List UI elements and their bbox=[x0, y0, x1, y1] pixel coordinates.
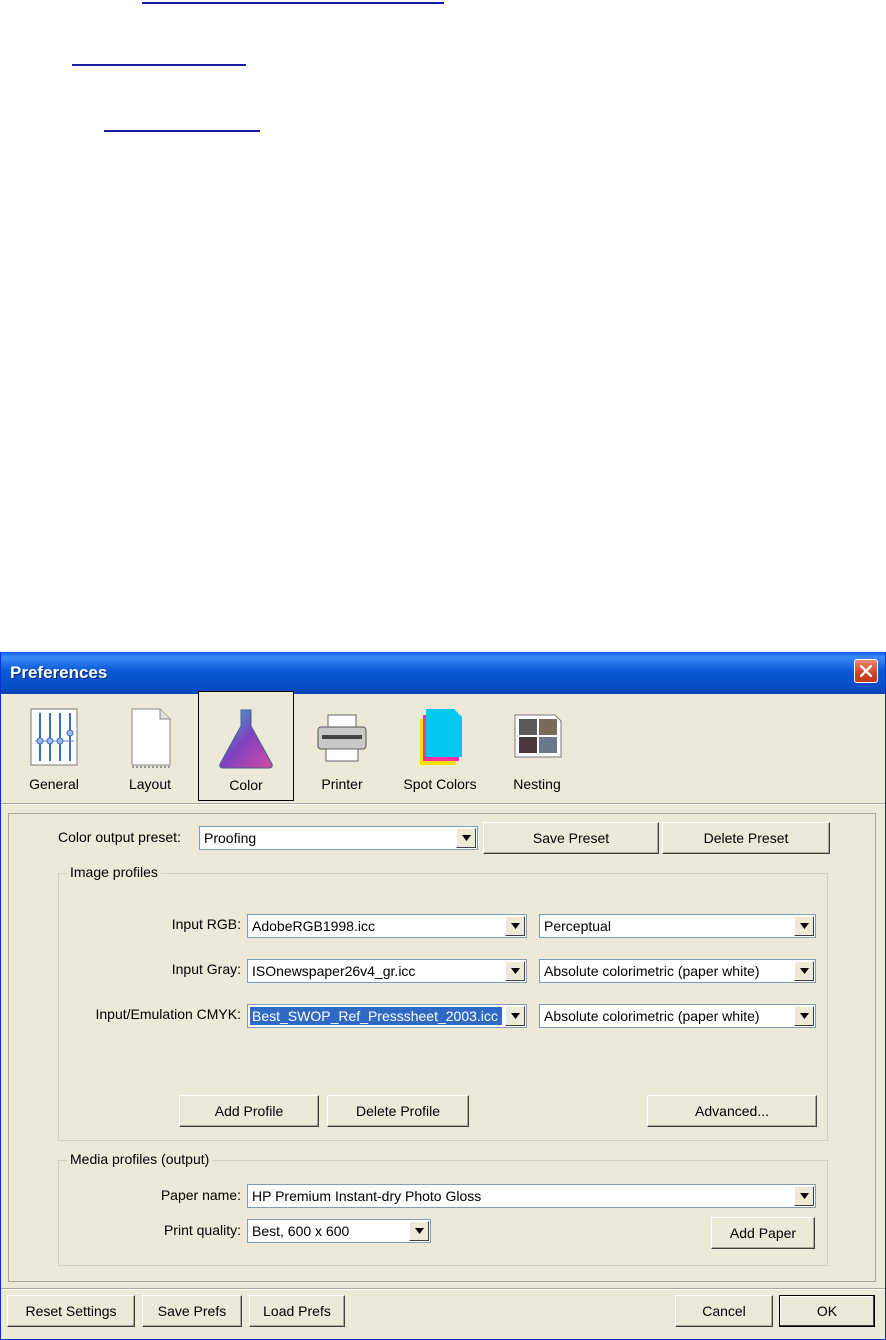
group-title: Media profiles (output) bbox=[67, 1151, 213, 1167]
input-cmyk-label: Input/Emulation CMYK: bbox=[95, 1006, 241, 1022]
dropdown-button[interactable] bbox=[794, 1186, 814, 1206]
tab-label: Spot Colors bbox=[403, 776, 477, 792]
nesting-icon bbox=[514, 714, 562, 758]
document-link-2[interactable] bbox=[72, 62, 246, 66]
paper-name-label: Paper name: bbox=[160, 1187, 241, 1203]
tab-label: General bbox=[29, 776, 79, 792]
tab-label: Printer bbox=[321, 776, 363, 792]
cancel-button[interactable]: Cancel bbox=[675, 1295, 773, 1327]
footer-divider bbox=[1, 1288, 885, 1290]
select-value: HP Premium Instant-dry Photo Gloss bbox=[252, 1188, 482, 1204]
select-value: Perceptual bbox=[544, 918, 611, 934]
chevron-down-icon bbox=[800, 1013, 809, 1019]
tab-color[interactable]: Color bbox=[198, 691, 294, 801]
tab-label: Layout bbox=[128, 776, 172, 792]
toolbar-divider bbox=[1, 803, 885, 805]
dropdown-button[interactable] bbox=[505, 1006, 525, 1026]
media-profiles-group: Media profiles (output) bbox=[58, 1151, 828, 1266]
tab-spot-colors[interactable]: Spot Colors bbox=[392, 691, 488, 801]
select-value: Proofing bbox=[204, 830, 257, 846]
spot-colors-icon bbox=[420, 709, 462, 765]
chevron-down-icon bbox=[800, 1193, 809, 1199]
preferences-dialog: Preferences General Layout Color Printer… bbox=[0, 652, 886, 1340]
tab-label: Color bbox=[229, 777, 263, 793]
paper-name-select[interactable]: HP Premium Instant-dry Photo Gloss bbox=[247, 1184, 816, 1208]
color-output-preset-label: Color output preset: bbox=[58, 829, 181, 845]
add-paper-button[interactable]: Add Paper bbox=[711, 1217, 815, 1249]
input-rgb-label: Input RGB: bbox=[171, 916, 241, 932]
close-button[interactable] bbox=[854, 659, 878, 683]
load-prefs-button[interactable]: Load Prefs bbox=[249, 1295, 345, 1327]
document-link-1[interactable] bbox=[142, 0, 444, 4]
tab-nesting[interactable]: Nesting bbox=[489, 691, 585, 801]
select-value: ISOnewspaper26v4_gr.icc bbox=[252, 963, 416, 979]
select-value: AdobeRGB1998.icc bbox=[252, 918, 375, 934]
input-gray-label: Input Gray: bbox=[171, 961, 241, 977]
dropdown-button[interactable] bbox=[409, 1221, 429, 1241]
title-bar[interactable]: Preferences bbox=[1, 652, 885, 694]
print-quality-label: Print quality: bbox=[163, 1222, 241, 1238]
dropdown-button[interactable] bbox=[794, 1006, 814, 1026]
save-prefs-button[interactable]: Save Prefs bbox=[142, 1295, 242, 1327]
flask-icon bbox=[219, 709, 273, 769]
close-icon bbox=[860, 665, 872, 677]
dropdown-button[interactable] bbox=[794, 916, 814, 936]
chevron-down-icon bbox=[462, 835, 471, 841]
input-rgb-intent-select[interactable]: Perceptual bbox=[539, 914, 816, 938]
color-output-preset-select[interactable]: Proofing bbox=[199, 826, 478, 850]
select-value-highlighted: Best_SWOP_Ref_Presssheet_2003.icc bbox=[250, 1007, 502, 1025]
delete-preset-button[interactable]: Delete Preset bbox=[662, 822, 830, 854]
chevron-down-icon bbox=[511, 968, 520, 974]
dialog-title: Preferences bbox=[10, 663, 108, 682]
select-value: Best, 600 x 600 bbox=[252, 1223, 350, 1239]
dropdown-button[interactable] bbox=[456, 828, 476, 848]
page-icon bbox=[131, 708, 171, 768]
input-gray-profile-select[interactable]: ISOnewspaper26v4_gr.icc bbox=[247, 959, 527, 983]
dropdown-button[interactable] bbox=[505, 961, 525, 981]
group-title: Image profiles bbox=[67, 864, 161, 880]
chevron-down-icon bbox=[800, 923, 809, 929]
chevron-down-icon bbox=[511, 1013, 520, 1019]
select-value: Absolute colorimetric (paper white) bbox=[544, 1008, 760, 1024]
chevron-down-icon bbox=[800, 968, 809, 974]
dropdown-button[interactable] bbox=[794, 961, 814, 981]
tab-layout[interactable]: Layout bbox=[102, 691, 198, 801]
input-gray-intent-select[interactable]: Absolute colorimetric (paper white) bbox=[539, 959, 816, 983]
document-link-3[interactable] bbox=[104, 128, 260, 132]
delete-profile-button[interactable]: Delete Profile bbox=[327, 1095, 469, 1127]
printer-icon bbox=[317, 714, 367, 762]
input-cmyk-intent-select[interactable]: Absolute colorimetric (paper white) bbox=[539, 1004, 816, 1028]
save-preset-button[interactable]: Save Preset bbox=[483, 822, 659, 854]
ok-button[interactable]: OK bbox=[779, 1295, 875, 1327]
tab-label: Nesting bbox=[513, 776, 561, 792]
input-cmyk-profile-select[interactable]: Best_SWOP_Ref_Presssheet_2003.icc bbox=[247, 1004, 527, 1028]
dropdown-button[interactable] bbox=[505, 916, 525, 936]
chevron-down-icon bbox=[415, 1228, 424, 1234]
color-panel: Color output preset: Proofing Save Prese… bbox=[8, 813, 876, 1282]
select-value: Absolute colorimetric (paper white) bbox=[544, 963, 760, 979]
reset-settings-button[interactable]: Reset Settings bbox=[7, 1295, 135, 1327]
input-rgb-profile-select[interactable]: AdobeRGB1998.icc bbox=[247, 914, 527, 938]
add-profile-button[interactable]: Add Profile bbox=[179, 1095, 319, 1127]
tab-general[interactable]: General bbox=[6, 691, 102, 801]
tab-printer[interactable]: Printer bbox=[294, 691, 390, 801]
print-quality-select[interactable]: Best, 600 x 600 bbox=[247, 1219, 431, 1243]
sliders-icon bbox=[30, 708, 78, 766]
advanced-button[interactable]: Advanced... bbox=[647, 1095, 817, 1127]
chevron-down-icon bbox=[511, 923, 520, 929]
